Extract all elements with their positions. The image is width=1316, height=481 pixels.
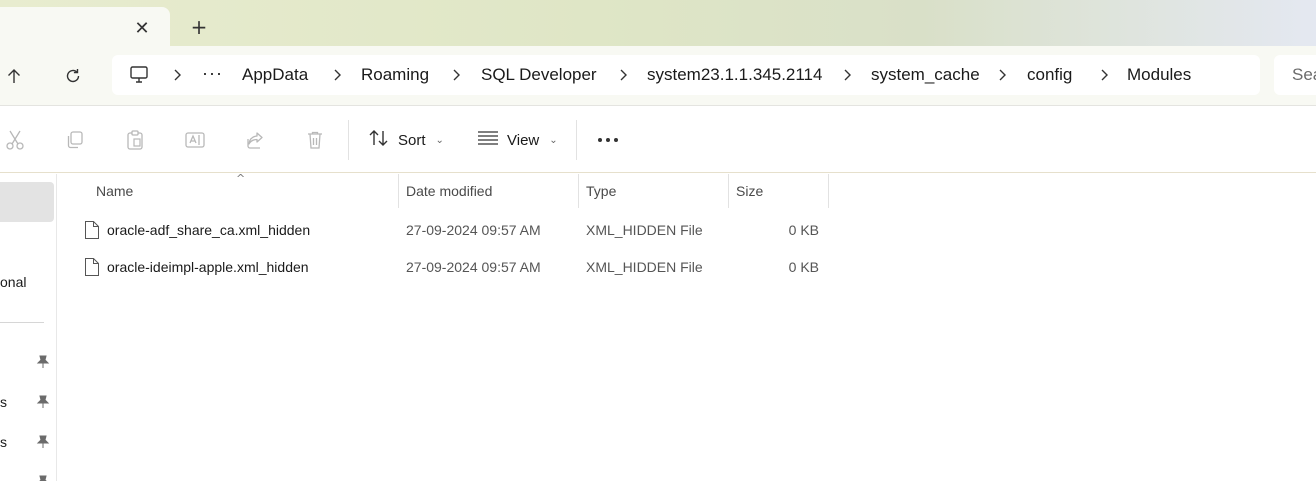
sort-icon: [368, 129, 390, 151]
breadcrumb-system-cache[interactable]: system_cache: [871, 55, 980, 95]
breadcrumb-sql-developer[interactable]: SQL Developer: [481, 55, 597, 95]
file-date: 27-09-2024 09:57 AM: [406, 222, 541, 238]
more-options-button[interactable]: [594, 124, 622, 156]
chevron-right-icon[interactable]: [170, 68, 184, 82]
file-date: 27-09-2024 09:57 AM: [406, 259, 541, 275]
chevron-right-icon[interactable]: [330, 68, 344, 82]
column-divider[interactable]: [828, 174, 829, 208]
nav-item-selected[interactable]: [0, 182, 54, 222]
breadcrumb-roaming[interactable]: Roaming: [361, 55, 429, 95]
active-tab[interactable]: ✕: [0, 7, 170, 46]
chevron-down-icon: ⌄: [549, 134, 558, 146]
nav-item-label[interactable]: onal: [0, 274, 26, 290]
search-placeholder: Sea: [1292, 65, 1316, 84]
sort-ascending-icon: ^: [236, 172, 246, 185]
breadcrumb-config[interactable]: config: [1027, 55, 1072, 95]
rename-icon[interactable]: [183, 128, 207, 152]
column-header-type[interactable]: Type: [586, 174, 616, 208]
copy-icon[interactable]: [63, 128, 87, 152]
command-divider: [576, 120, 577, 160]
sort-label: Sort: [398, 131, 426, 149]
nav-item-label[interactable]: s: [0, 394, 7, 410]
chevron-right-icon[interactable]: [995, 68, 1009, 82]
chevron-right-icon[interactable]: [1097, 68, 1111, 82]
trash-icon[interactable]: [303, 128, 327, 152]
breadcrumb-system-folder[interactable]: system23.1.1.345.2114: [647, 55, 822, 95]
chevron-down-icon: ⌄: [435, 134, 444, 146]
paste-icon[interactable]: [123, 128, 147, 152]
view-label: View: [507, 131, 540, 149]
navigation-pane: onal s s: [0, 174, 57, 481]
file-row[interactable]: oracle-adf_share_ca.xml_hidden 27-09-202…: [80, 213, 1316, 247]
navigation-bar: ··· AppData Roaming SQL Developer system…: [0, 46, 1316, 106]
file-type: XML_HIDDEN File: [586, 259, 703, 275]
file-type: XML_HIDDEN File: [586, 222, 703, 238]
column-divider[interactable]: [398, 174, 399, 208]
pin-icon[interactable]: [35, 434, 51, 450]
search-input[interactable]: Sea: [1274, 55, 1316, 95]
chevron-right-icon[interactable]: [449, 68, 463, 82]
nav-item-label[interactable]: s: [0, 434, 7, 450]
file-size: 0 KB: [788, 222, 819, 238]
file-name[interactable]: oracle-ideimpl-apple.xml_hidden: [107, 250, 309, 284]
sort-button[interactable]: Sort ⌄: [368, 124, 444, 156]
chevron-right-icon[interactable]: [840, 68, 854, 82]
file-size: 0 KB: [788, 259, 819, 275]
file-icon: [84, 257, 100, 277]
breadcrumb-modules[interactable]: Modules: [1127, 55, 1191, 95]
column-divider[interactable]: [578, 174, 579, 208]
close-tab-button[interactable]: ✕: [132, 19, 152, 39]
view-icon: [477, 130, 499, 150]
pin-icon[interactable]: [35, 394, 51, 410]
view-button[interactable]: View ⌄: [477, 124, 558, 156]
new-tab-button[interactable]: +: [188, 16, 210, 38]
address-bar[interactable]: ··· AppData Roaming SQL Developer system…: [112, 55, 1260, 95]
this-pc-icon[interactable]: [128, 65, 150, 85]
title-bar: ✕ +: [0, 0, 1316, 46]
pin-icon[interactable]: [35, 354, 51, 370]
column-divider[interactable]: [728, 174, 729, 208]
file-name[interactable]: oracle-adf_share_ca.xml_hidden: [107, 213, 310, 247]
file-list: Name ^ Date modified Type Size oracle-ad…: [58, 172, 1316, 481]
column-header-date[interactable]: Date modified: [406, 174, 492, 208]
chevron-right-icon[interactable]: [616, 68, 630, 82]
column-header-name[interactable]: Name: [96, 174, 133, 208]
share-icon[interactable]: [243, 128, 267, 152]
command-divider: [348, 120, 349, 160]
refresh-icon[interactable]: [61, 64, 85, 88]
nav-divider: [0, 322, 44, 323]
breadcrumb-overflow-button[interactable]: ···: [202, 55, 223, 95]
file-row[interactable]: oracle-ideimpl-apple.xml_hidden 27-09-20…: [80, 250, 1316, 284]
file-icon: [84, 220, 100, 240]
arrow-up-icon[interactable]: [2, 64, 26, 88]
breadcrumb-appdata[interactable]: AppData: [242, 55, 308, 95]
column-header-size[interactable]: Size: [736, 174, 763, 208]
scissors-icon[interactable]: [3, 128, 27, 152]
command-bar: Sort ⌄ View ⌄: [0, 106, 1316, 173]
pin-icon[interactable]: [35, 474, 51, 481]
